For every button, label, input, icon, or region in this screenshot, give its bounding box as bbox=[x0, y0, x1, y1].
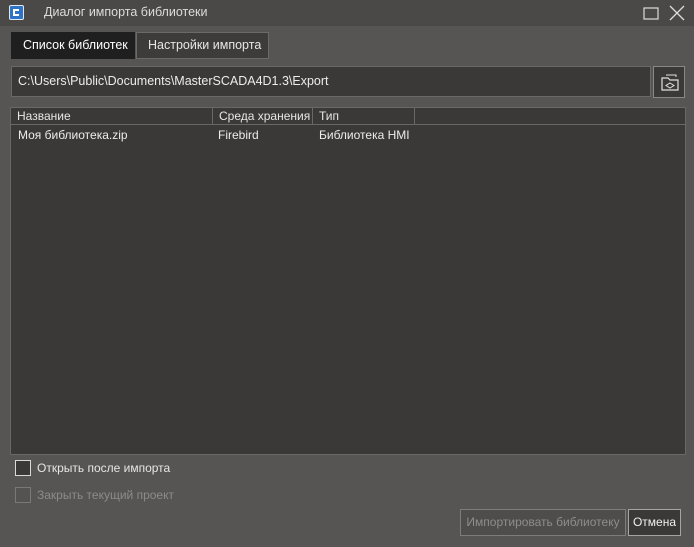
open-after-import-option[interactable]: Открыть после импорта bbox=[15, 460, 195, 478]
cancel-button[interactable]: Отмена bbox=[628, 509, 681, 536]
cell-name: Моя библиотека.zip bbox=[18, 128, 128, 142]
cell-storage: Firebird bbox=[218, 128, 259, 142]
close-icon bbox=[669, 5, 685, 21]
maximize-button[interactable] bbox=[641, 3, 661, 23]
app-logo-icon bbox=[9, 5, 24, 20]
maximize-icon bbox=[643, 7, 659, 20]
title-bar: Диалог импорта библиотеки bbox=[0, 0, 694, 26]
table-header: Название Среда хранения Тип bbox=[11, 108, 685, 125]
close-button[interactable] bbox=[667, 3, 687, 23]
browse-folder-button[interactable] bbox=[653, 66, 685, 98]
path-field[interactable]: C:\Users\Public\Documents\MasterSCADA4D1… bbox=[11, 66, 651, 97]
tab-import-settings[interactable]: Настройки импорта bbox=[136, 32, 269, 59]
close-current-project-option[interactable]: Закрыть текущий проект bbox=[15, 487, 195, 505]
open-after-import-checkbox[interactable] bbox=[15, 460, 31, 476]
tab-library-list[interactable]: Список библиотек bbox=[11, 32, 135, 59]
table-row[interactable]: Моя библиотека.zip Firebird Библиотека H… bbox=[11, 126, 685, 144]
close-current-project-checkbox[interactable] bbox=[15, 487, 31, 503]
close-current-project-label: Закрыть текущий проект bbox=[37, 488, 174, 502]
column-header-name[interactable]: Название bbox=[11, 108, 213, 125]
folder-browse-icon bbox=[661, 74, 679, 91]
window-title: Диалог импорта библиотеки bbox=[44, 5, 208, 19]
column-header-type[interactable]: Тип bbox=[313, 108, 415, 125]
open-after-import-label: Открыть после импорта bbox=[37, 461, 171, 475]
cell-type: Библиотека HMI bbox=[319, 128, 410, 142]
column-header-storage[interactable]: Среда хранения bbox=[213, 108, 313, 125]
library-table: Название Среда хранения Тип Моя библиоте… bbox=[10, 107, 686, 455]
import-library-button[interactable]: Импортировать библиотеку bbox=[460, 509, 626, 536]
